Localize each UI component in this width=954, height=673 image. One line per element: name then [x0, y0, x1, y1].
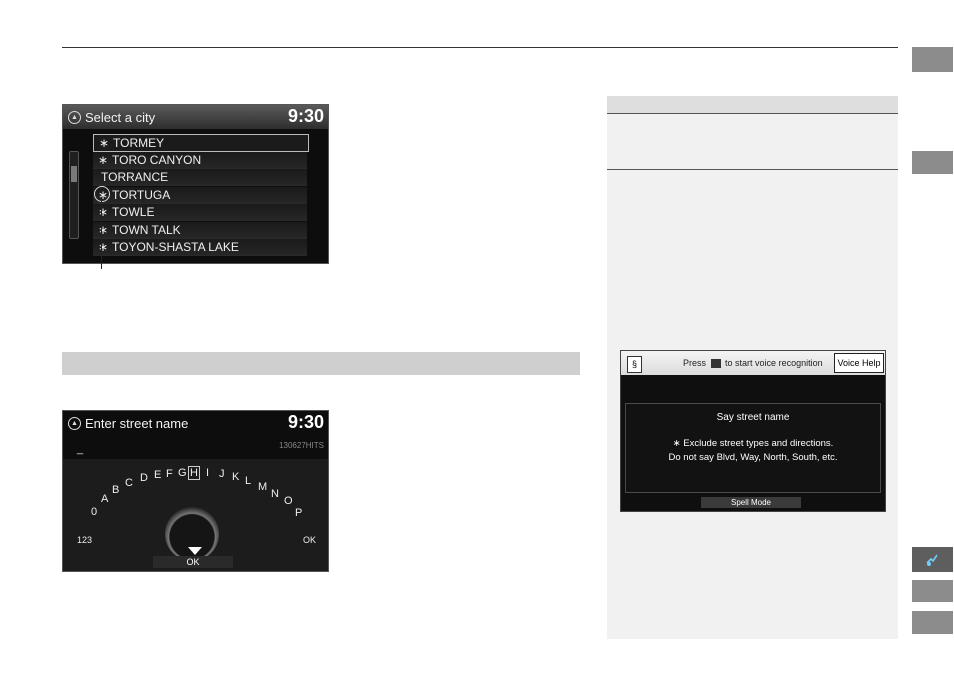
numeric-key[interactable]: 123	[77, 535, 92, 545]
clock: 9:30	[287, 106, 324, 126]
voice-prompt-box: Say street name ∗ Exclude street types a…	[625, 403, 881, 493]
city-row[interactable]: ∗ TOWN TALK	[93, 222, 307, 239]
letter-key[interactable]: J	[219, 468, 225, 480]
city-label: TORMEY	[113, 136, 165, 150]
letter-key[interactable]: K	[232, 471, 239, 483]
voice-prompt: Say street name	[716, 412, 790, 423]
callout-line	[101, 201, 102, 269]
voice-help-button[interactable]: Voice Help	[834, 353, 884, 373]
panel-rule	[607, 169, 898, 170]
letter-key[interactable]: G	[178, 467, 187, 479]
voice-icon	[925, 554, 938, 566]
ok-key[interactable]: OK	[303, 535, 316, 545]
voice-icon: §	[627, 356, 642, 373]
city-screen-title: Select a city	[85, 109, 156, 125]
city-label: TOWLE	[112, 205, 155, 219]
side-tab-4[interactable]	[912, 580, 953, 602]
side-tab-voice[interactable]	[912, 547, 953, 572]
scroll-thumb[interactable]	[71, 166, 77, 182]
callout-circle	[94, 186, 110, 202]
letter-key[interactable]: N	[271, 488, 279, 500]
city-screen-header: ▲ Select a city 9:30	[63, 105, 328, 129]
press-suffix: to start voice recognition	[725, 358, 823, 368]
voice-screen: § Press to start voice recognition Voice…	[620, 350, 886, 512]
city-label: TORO CANYON	[112, 153, 202, 167]
side-panel-header	[607, 96, 898, 113]
entry-cursor: _	[77, 443, 84, 455]
letter-key[interactable]: 0	[91, 506, 97, 518]
city-screen: ▲ Select a city 9:30 ∗ TORMEY ∗ TORO CAN…	[62, 104, 329, 264]
city-label: TORRANCE	[101, 170, 169, 184]
city-label: TOYON-SHASTA LAKE	[112, 240, 239, 254]
caret-icon	[188, 547, 202, 555]
city-row[interactable]: ∗ TORO CANYON	[93, 152, 307, 169]
ok-button[interactable]: OK	[153, 556, 233, 568]
star-icon: ∗	[97, 223, 109, 237]
letter-key-highlighted[interactable]: H	[188, 466, 200, 480]
letter-key[interactable]: P	[295, 507, 302, 519]
city-row[interactable]: ∗ TOWLE	[93, 204, 307, 221]
letter-key[interactable]: C	[125, 477, 133, 489]
letter-key[interactable]: A	[101, 493, 108, 505]
top-rule	[62, 47, 898, 48]
hits-count: 130627HITS	[279, 441, 324, 450]
star-icon: ∗	[97, 205, 109, 219]
talk-key-icon	[710, 359, 721, 369]
side-tab-5[interactable]	[912, 611, 953, 634]
letter-key[interactable]: E	[154, 469, 161, 481]
star-icon: ∗	[97, 153, 109, 167]
letter-key[interactable]: O	[284, 495, 293, 507]
press-prefix: Press	[683, 358, 707, 368]
voice-note-line2: Do not say Blvd, Way, North, South, etc.	[668, 452, 838, 463]
city-label: TORTUGA	[112, 188, 171, 202]
voice-note-line1: ∗ Exclude street types and directions.	[672, 438, 834, 449]
letter-key[interactable]: D	[140, 472, 148, 484]
voice-instruction: Press to start voice recognition	[683, 358, 823, 369]
voice-screen-header: § Press to start voice recognition Voice…	[621, 351, 885, 375]
letter-key[interactable]: L	[245, 475, 251, 487]
letter-key[interactable]: M	[258, 481, 267, 493]
spell-mode-button[interactable]: Spell Mode	[701, 497, 801, 508]
side-tab-1[interactable]	[912, 47, 953, 72]
street-screen-title: Enter street name	[85, 415, 189, 431]
star-icon: ∗	[98, 136, 110, 150]
letter-key[interactable]: F	[166, 468, 173, 480]
panel-rule	[607, 113, 898, 114]
section-bar	[62, 352, 580, 375]
city-label: TOWN TALK	[112, 223, 181, 237]
letter-key[interactable]: I	[206, 467, 209, 479]
clock: 9:30	[287, 412, 324, 432]
city-row[interactable]: TORRANCE	[93, 169, 307, 186]
side-tab-2[interactable]	[912, 151, 953, 174]
street-screen: ▲ Enter street name 9:30 130627HITS _ 0 …	[62, 410, 329, 572]
city-row[interactable]: ∗ TORMEY	[93, 134, 309, 152]
city-row[interactable]: ∗ TOYON-SHASTA LAKE	[93, 239, 307, 256]
star-icon: ∗	[97, 240, 109, 254]
street-screen-header: ▲ Enter street name 9:30	[63, 411, 328, 435]
nav-icon: ▲	[68, 110, 81, 124]
city-row[interactable]: ∗ TORTUGA	[93, 187, 307, 204]
scrollbar[interactable]	[69, 151, 79, 239]
letter-key[interactable]: B	[112, 484, 119, 496]
nav-icon: ▲	[68, 416, 81, 430]
